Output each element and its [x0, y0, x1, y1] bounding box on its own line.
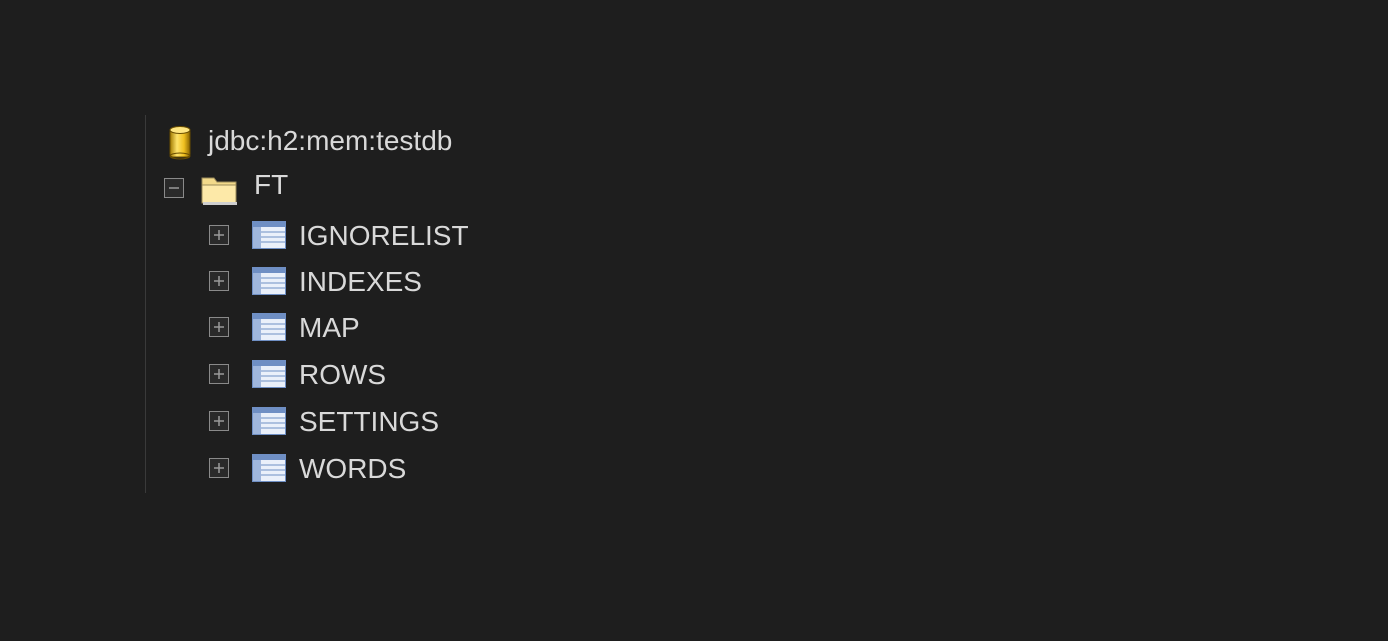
expand-toggle[interactable] — [209, 458, 229, 478]
tree-node-database[interactable]: jdbc:h2:mem:testdb — [164, 123, 564, 163]
plus-icon — [214, 369, 224, 379]
tree-node-table[interactable]: MAP — [206, 308, 606, 348]
expand-toggle[interactable] — [209, 225, 229, 245]
expand-toggle[interactable] — [209, 411, 229, 431]
database-label: jdbc:h2:mem:testdb — [208, 125, 453, 156]
table-label: ROWS — [299, 359, 387, 390]
tree-node-schema[interactable]: FT — [162, 169, 562, 209]
tree-node-table[interactable]: SETTINGS — [206, 402, 606, 442]
table-label: IGNORELIST — [299, 220, 469, 251]
tree-node-table[interactable]: ROWS — [206, 355, 606, 395]
folder-icon — [200, 172, 240, 211]
database-icon — [167, 125, 193, 166]
table-label: SETTINGS — [299, 406, 440, 437]
plus-icon — [214, 276, 224, 286]
table-icon — [252, 267, 286, 300]
expand-toggle[interactable] — [209, 317, 229, 337]
table-label: MAP — [299, 312, 360, 343]
schema-label: FT — [254, 169, 289, 200]
table-label: WORDS — [299, 453, 407, 484]
table-icon — [252, 407, 286, 440]
table-icon — [252, 454, 286, 487]
plus-icon — [214, 230, 224, 240]
minus-icon — [169, 187, 179, 189]
tree-node-table[interactable]: WORDS — [206, 449, 606, 489]
tree-node-table[interactable]: IGNORELIST — [206, 216, 606, 256]
plus-icon — [214, 416, 224, 426]
table-icon — [252, 221, 286, 254]
tree-node-table[interactable]: INDEXES — [206, 262, 606, 302]
plus-icon — [214, 322, 224, 332]
table-label: INDEXES — [299, 266, 422, 297]
plus-icon — [214, 463, 224, 473]
expand-toggle[interactable] — [209, 364, 229, 384]
table-icon — [252, 360, 286, 393]
expand-toggle[interactable] — [209, 271, 229, 291]
schema-tree: jdbc:h2:mem:testdb FT IGNORELIST INDEXES… — [145, 115, 646, 493]
collapse-toggle[interactable] — [164, 178, 184, 198]
table-icon — [252, 313, 286, 346]
